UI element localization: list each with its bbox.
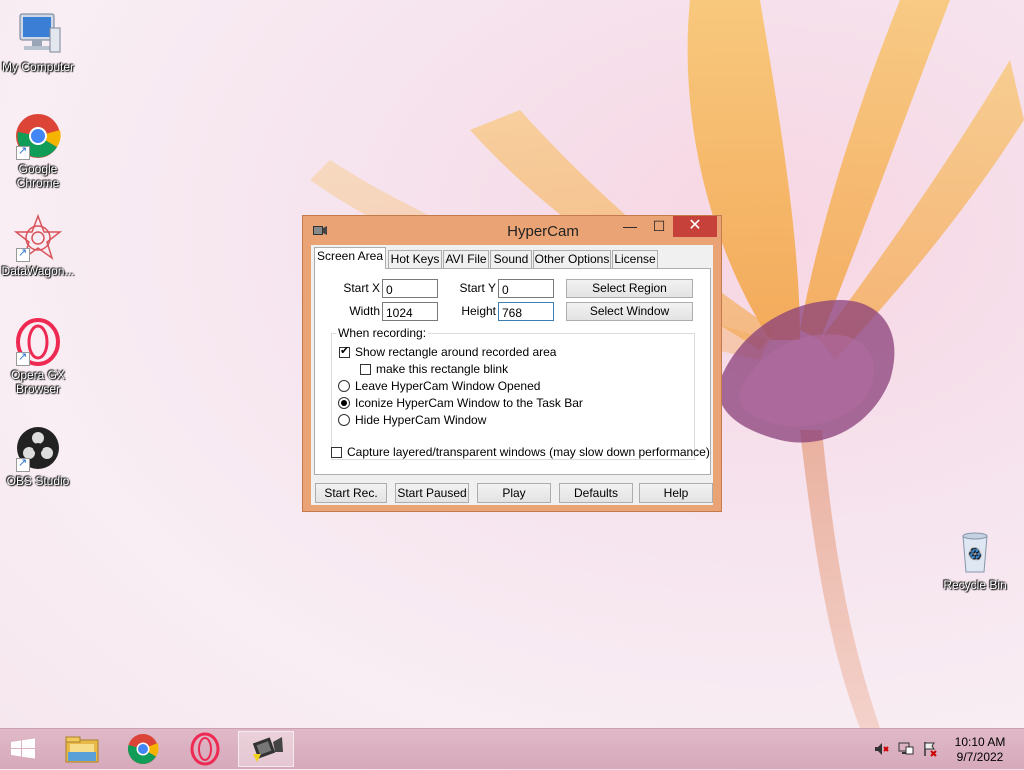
tab-avi-file[interactable]: AVI File xyxy=(443,250,489,268)
show-rectangle-checkbox[interactable] xyxy=(339,344,350,358)
blink-checkbox[interactable] xyxy=(360,364,371,375)
hypercam-window: HyperCam — ☐ ✕ Screen Area Hot Keys AVI … xyxy=(302,215,722,512)
shortcut-arrow-icon xyxy=(16,144,30,160)
desktop-icon-label: My Computer xyxy=(1,60,75,74)
shortcut-arrow-icon xyxy=(16,246,30,262)
opera-gx-icon xyxy=(190,732,220,766)
start-x-label: Start X xyxy=(343,281,380,295)
show-rectangle-label[interactable]: Show rectangle around recorded area xyxy=(355,345,556,359)
radio-iconize-label[interactable]: Iconize HyperCam Window to the Task Bar xyxy=(355,396,583,410)
close-button[interactable]: ✕ xyxy=(673,216,717,237)
chrome-icon xyxy=(14,112,62,160)
shortcut-arrow-icon xyxy=(16,350,30,366)
play-button[interactable]: Play xyxy=(477,483,551,503)
taskbar-hypercam[interactable] xyxy=(238,731,294,767)
action-center-flag-icon[interactable] xyxy=(922,741,938,760)
recycle-bin-icon: ♻ xyxy=(951,528,999,576)
defaults-button[interactable]: Defaults xyxy=(559,483,633,503)
title-bar[interactable]: HyperCam — ☐ ✕ xyxy=(303,216,721,244)
desktop-icon-label: OBS Studio xyxy=(6,474,70,488)
group-title: When recording: xyxy=(336,326,429,340)
start-button[interactable] xyxy=(0,731,56,767)
volume-muted-icon[interactable] xyxy=(874,741,890,760)
start-y-input[interactable] xyxy=(498,279,554,298)
dialog-client-area: Screen Area Hot Keys AVI File Sound Othe… xyxy=(311,245,713,505)
desktop-icon-recycle-bin[interactable]: ♻ Recycle Bin xyxy=(933,528,1017,592)
when-recording-group: When recording: Show rectangle around re… xyxy=(331,326,695,460)
computer-icon xyxy=(14,10,62,58)
start-x-input[interactable] xyxy=(382,279,438,298)
blink-label[interactable]: make this rectangle blink xyxy=(376,362,508,376)
shortcut-arrow-icon xyxy=(16,456,30,472)
chrome-icon xyxy=(128,734,159,764)
desktop-icon-opera-gx[interactable]: Opera GX Browser xyxy=(0,318,80,396)
desktop-icon-datawagon[interactable]: DataWagon... xyxy=(0,213,80,278)
windows-logo-icon xyxy=(11,738,35,759)
desktop-icon-label: DataWagon... xyxy=(1,264,75,278)
tab-other-options[interactable]: Other Options xyxy=(533,250,611,268)
radio-hide[interactable] xyxy=(338,414,350,426)
minimize-button[interactable]: — xyxy=(615,216,645,237)
help-button[interactable]: Help xyxy=(639,483,713,503)
svg-text:♻: ♻ xyxy=(969,547,982,563)
hypercam-icon xyxy=(252,737,283,762)
obs-icon xyxy=(14,424,62,472)
select-window-button[interactable]: Select Window xyxy=(566,302,693,321)
tab-screen-area[interactable]: Screen Area xyxy=(314,247,386,269)
tab-hot-keys[interactable]: Hot Keys xyxy=(388,250,442,268)
opera-gx-icon xyxy=(14,318,62,366)
width-label: Width xyxy=(349,304,380,318)
height-label: Height xyxy=(461,304,496,318)
taskbar-chrome[interactable] xyxy=(115,731,171,767)
desktop-icon-label: Recycle Bin xyxy=(943,578,1007,592)
maximize-button[interactable]: ☐ xyxy=(645,216,673,237)
radio-hide-label[interactable]: Hide HyperCam Window xyxy=(355,413,486,427)
width-input[interactable] xyxy=(382,302,438,321)
tab-sound[interactable]: Sound xyxy=(490,250,532,268)
screen-area-panel: Start X Start Y Select Region Width Heig… xyxy=(314,268,711,475)
folder-icon xyxy=(65,736,99,763)
tab-strip: Screen Area Hot Keys AVI File Sound Othe… xyxy=(311,247,713,269)
taskbar-opera-gx[interactable] xyxy=(177,731,233,767)
datawagon-icon xyxy=(13,213,63,262)
desktop-icon-obs-studio[interactable]: OBS Studio xyxy=(0,424,80,488)
desktop-icon-my-computer[interactable]: My Computer xyxy=(0,10,80,74)
clock-date: 9/7/2022 xyxy=(956,750,1004,764)
clock-time: 10:10 AM xyxy=(954,735,1006,749)
taskbar-file-explorer[interactable] xyxy=(54,731,110,767)
start-y-label: Start Y xyxy=(459,281,496,295)
taskbar: 10:10 AM 9/7/2022 xyxy=(0,728,1024,769)
capture-layered-label[interactable]: Capture layered/transparent windows (may… xyxy=(347,445,710,459)
start-paused-button[interactable]: Start Paused xyxy=(395,483,469,503)
capture-layered-checkbox[interactable] xyxy=(331,447,342,458)
desktop-icon-google-chrome[interactable]: Google Chrome xyxy=(0,112,80,190)
radio-iconize[interactable] xyxy=(338,397,350,409)
desktop-icon-label: Google Chrome xyxy=(16,162,60,190)
network-icon[interactable] xyxy=(898,741,914,760)
height-input[interactable] xyxy=(498,302,554,321)
tab-license[interactable]: License xyxy=(612,250,658,268)
desktop-icon-label: Opera GX Browser xyxy=(10,368,66,396)
start-rec-button[interactable]: Start Rec. xyxy=(315,483,387,503)
radio-leave-opened[interactable] xyxy=(338,380,350,392)
radio-leave-opened-label[interactable]: Leave HyperCam Window Opened xyxy=(355,379,540,393)
select-region-button[interactable]: Select Region xyxy=(566,279,693,298)
taskbar-clock[interactable]: 10:10 AM 9/7/2022 xyxy=(940,735,1020,765)
